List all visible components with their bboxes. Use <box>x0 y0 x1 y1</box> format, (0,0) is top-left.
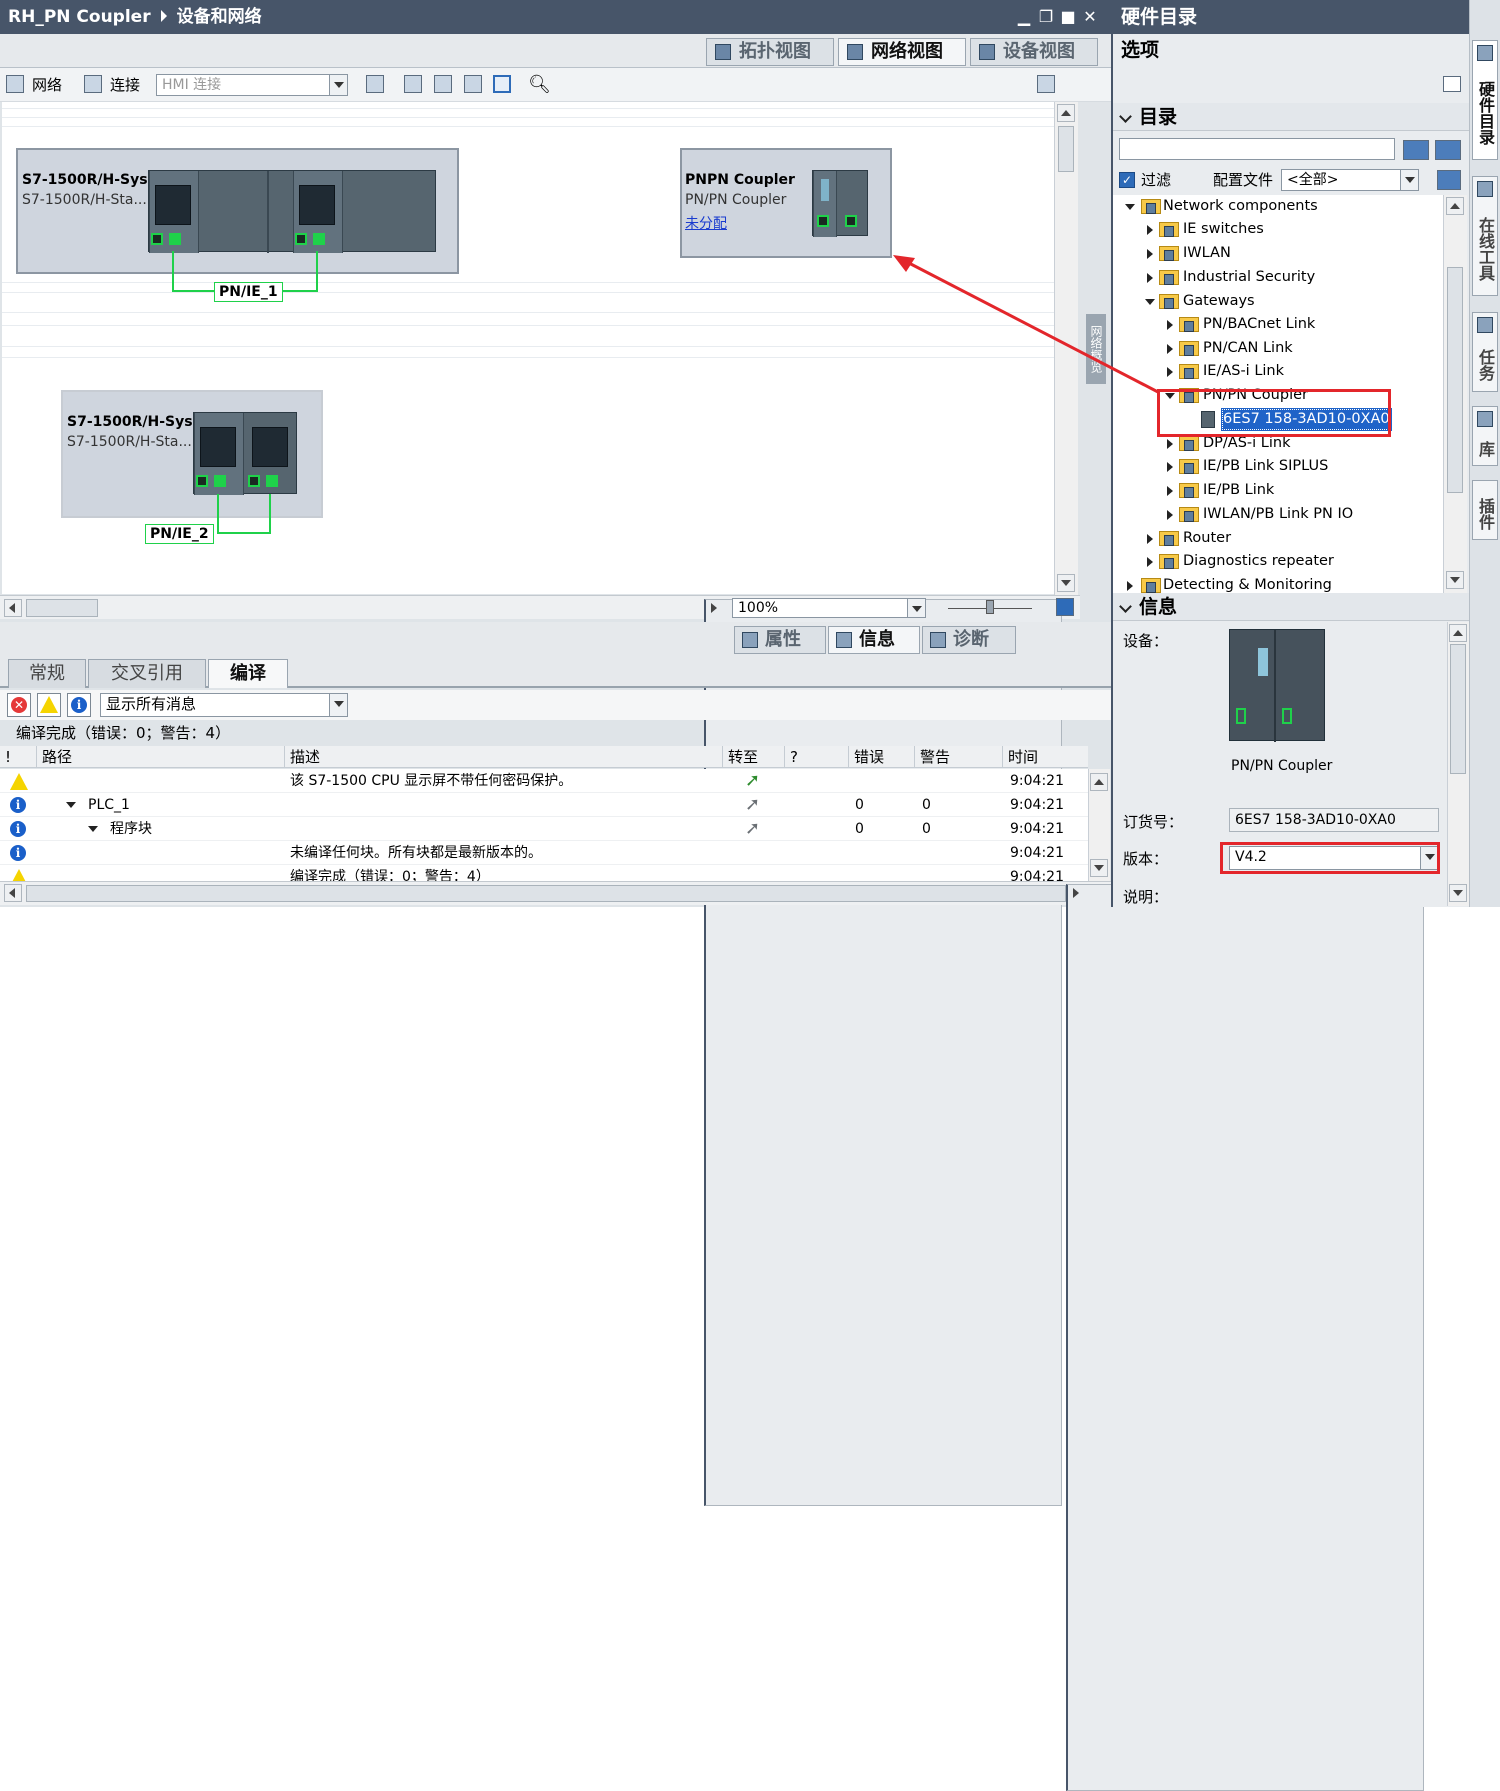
tia-portal-window: RH_PN Coupler 设备和网络 ▁ ❐ ■ ✕ 拓扑视图 网络视图 设备视… <box>0 0 1500 1791</box>
annotation-arrow <box>893 255 1159 394</box>
scroll-right-button[interactable] <box>1066 884 1424 1791</box>
arrow-line <box>904 259 1159 394</box>
